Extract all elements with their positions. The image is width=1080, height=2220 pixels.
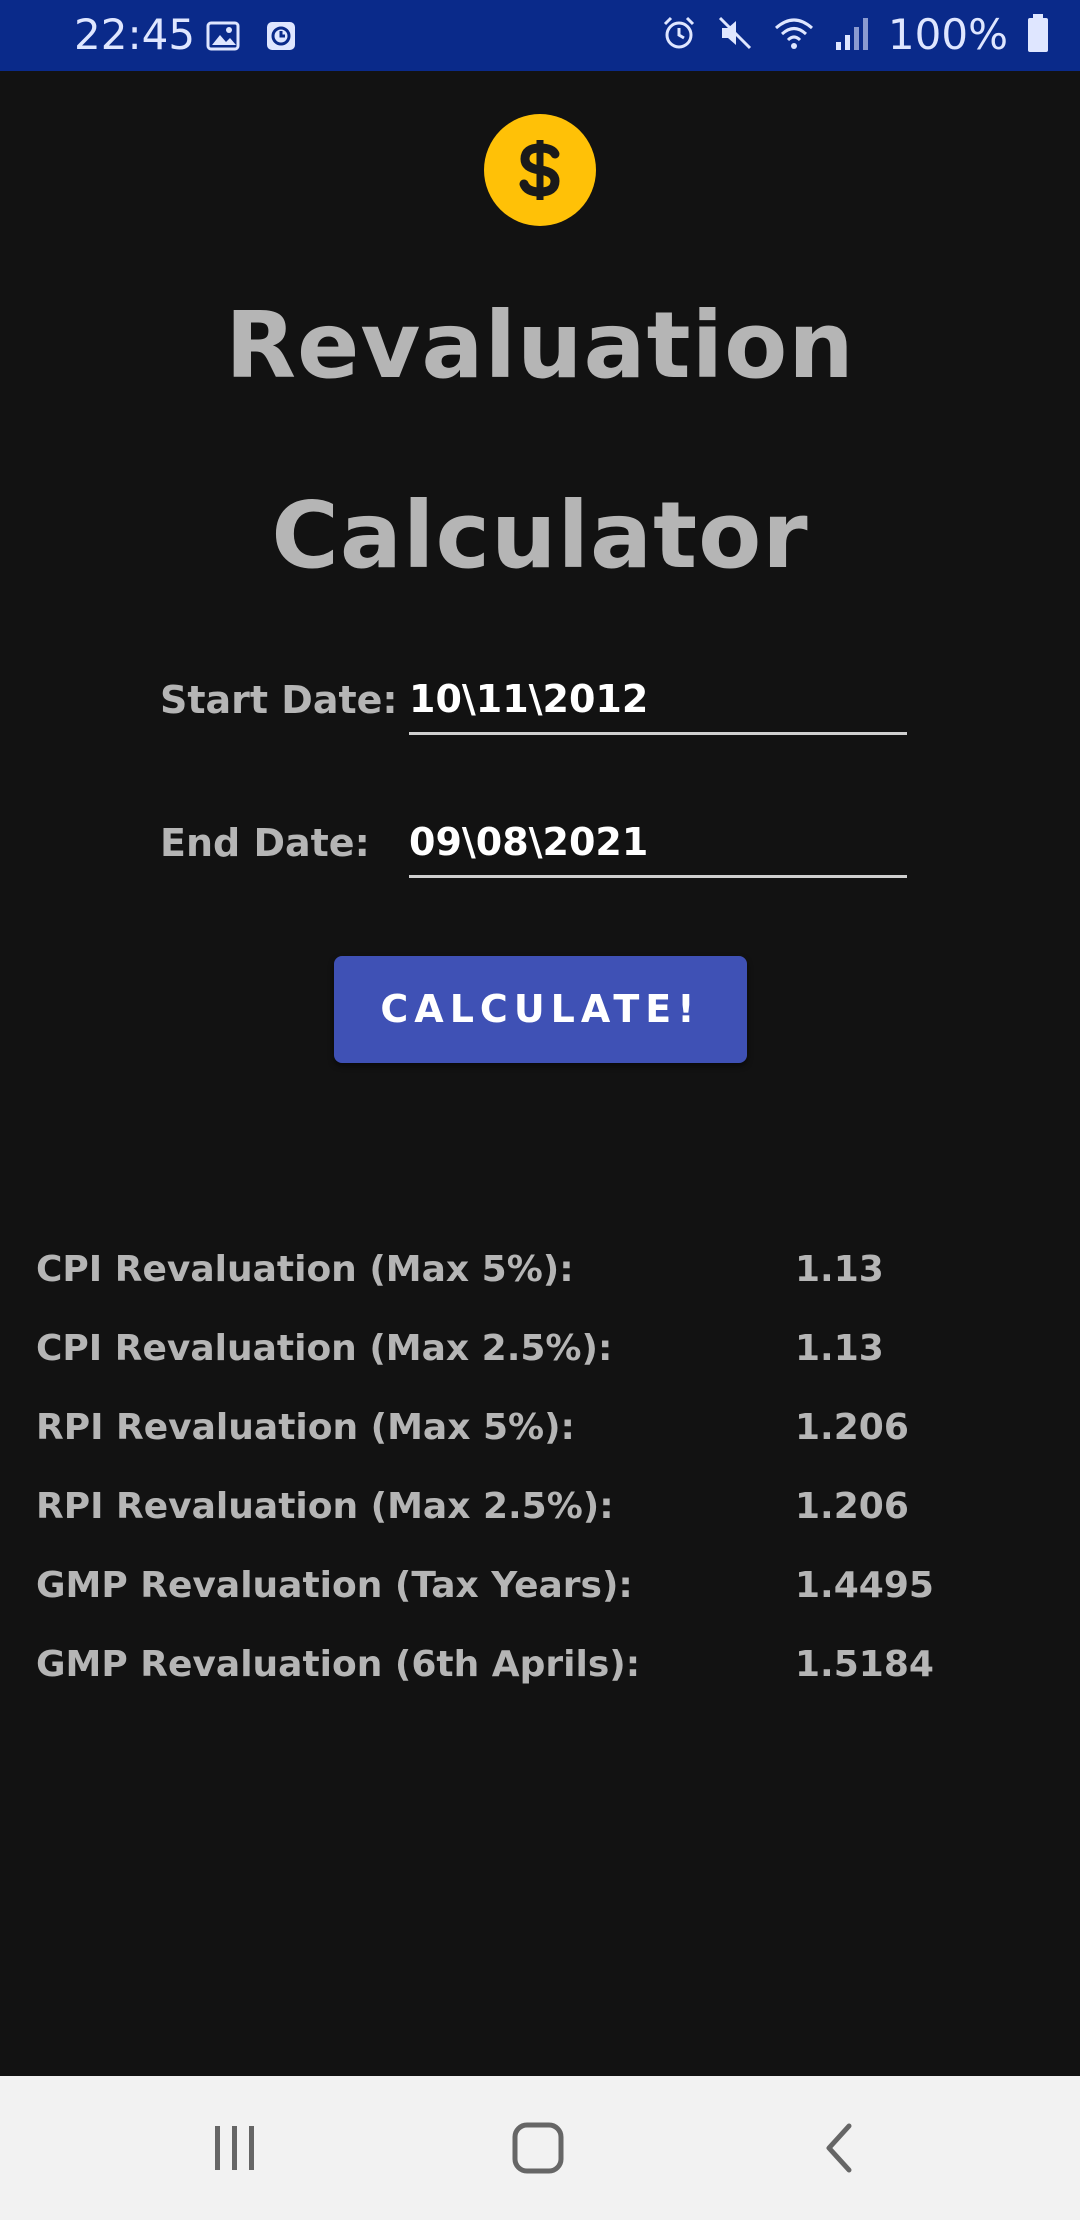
image-icon	[205, 18, 241, 58]
result-value: 1.13	[795, 1328, 884, 1369]
result-label: RPI Revaluation (Max 2.5%):	[36, 1486, 614, 1527]
calculate-button[interactable]: CALCULATE!	[334, 956, 747, 1063]
result-label: CPI Revaluation (Max 5%):	[36, 1249, 574, 1290]
status-time: 22:45	[74, 10, 196, 59]
start-date-field[interactable]: 10\11\2012	[409, 666, 907, 735]
navigation-bar	[0, 2076, 1080, 2220]
clock-app-icon	[263, 18, 299, 58]
wifi-icon	[772, 14, 816, 56]
battery-percent: 100%	[887, 10, 1008, 59]
status-right-icons: 100%	[660, 10, 1050, 60]
page-title-line1: Revaluation	[225, 292, 855, 399]
result-label: CPI Revaluation (Max 2.5%):	[36, 1328, 613, 1369]
main-content: Revaluation Calculator Start Date: 10\11…	[0, 71, 1080, 2076]
result-label: GMP Revaluation (Tax Years):	[36, 1565, 633, 1606]
result-label: GMP Revaluation (6th Aprils):	[36, 1644, 641, 1685]
page-title-line2: Calculator	[271, 482, 809, 589]
result-value: 1.206	[795, 1407, 909, 1448]
battery-icon	[1026, 13, 1050, 57]
result-value: 1.5184	[795, 1644, 934, 1685]
status-left-icons	[205, 18, 299, 58]
result-value: 1.206	[795, 1486, 909, 1527]
dollar-icon	[484, 114, 596, 226]
home-icon[interactable]	[510, 2120, 566, 2180]
result-value: 1.13	[795, 1249, 884, 1290]
end-date-label: End Date:	[160, 821, 370, 865]
end-date-field[interactable]: 09\08\2021	[409, 809, 907, 878]
start-date-label: Start Date:	[160, 678, 398, 722]
mute-icon	[716, 14, 754, 56]
back-icon[interactable]	[815, 2120, 865, 2180]
recent-apps-icon[interactable]	[205, 2122, 265, 2178]
alarm-icon	[660, 14, 698, 56]
result-label: RPI Revaluation (Max 5%):	[36, 1407, 575, 1448]
signal-icon	[834, 14, 870, 56]
result-value: 1.4495	[795, 1565, 934, 1606]
status-bar: 22:45 100%	[0, 0, 1080, 71]
